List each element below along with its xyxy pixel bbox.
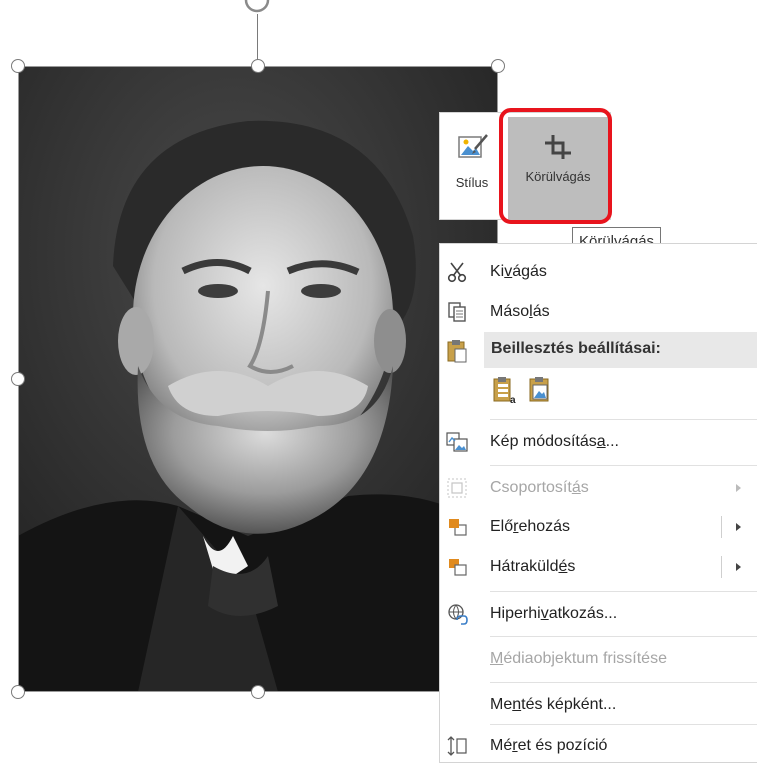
bring-forward-icon	[446, 516, 468, 538]
menu-separator	[490, 465, 757, 466]
portrait-photo	[18, 66, 498, 692]
menu-separator	[490, 591, 757, 592]
style-label: Stílus	[455, 175, 489, 190]
svg-text:a: a	[510, 395, 516, 404]
resize-handle-top-right[interactable]	[491, 59, 505, 73]
menu-item-cut[interactable]: Kivágás	[440, 252, 757, 292]
group-icon	[446, 477, 468, 499]
menu-separator	[490, 419, 757, 420]
split-divider	[721, 556, 722, 578]
paste-options-label: Beillesztés beállításai:	[491, 340, 661, 357]
submenu-arrow-icon[interactable]	[736, 523, 741, 531]
picture-style-icon	[458, 134, 488, 158]
menu-label-size-position: Méret és pozíció	[490, 737, 608, 754]
menu-item-refresh-media[interactable]: Médiaobjektum frissítése	[440, 639, 757, 679]
menu-item-copy[interactable]: Másolás	[440, 292, 757, 332]
menu-item-send-backward[interactable]: Hátraküldés	[440, 547, 757, 587]
resize-handle-bottom-left[interactable]	[11, 685, 25, 699]
scissors-icon	[446, 261, 468, 283]
submenu-arrow-icon	[736, 484, 741, 492]
menu-separator	[490, 636, 757, 637]
menu-item-save-as-picture[interactable]: Mentés képként...	[440, 685, 757, 725]
paste-options-header: Beillesztés beállításai:	[484, 332, 757, 368]
menu-item-bring-forward[interactable]: Előrehozás	[440, 507, 757, 547]
resize-handle-top[interactable]	[251, 59, 265, 73]
menu-label-hyperlink: Hiperhivatkozás...	[490, 605, 618, 622]
resize-handle-top-left[interactable]	[11, 59, 25, 73]
menu-label-send-backward: Hátraküldés	[490, 558, 576, 575]
context-menu: Kivágás Másolás Beillesztés beállításai:	[439, 243, 757, 763]
split-divider	[721, 516, 722, 538]
clipboard-icon	[446, 340, 468, 363]
menu-label-refresh-media: Médiaobjektum frissítése	[490, 650, 667, 667]
resize-handle-bottom[interactable]	[251, 685, 265, 699]
menu-label-copy: Másolás	[490, 303, 550, 320]
style-button[interactable]: Stílus	[440, 113, 504, 219]
rotate-handle-icon[interactable]	[240, 0, 274, 18]
size-position-icon	[446, 735, 468, 757]
menu-label-change-picture: Kép módosítása...	[490, 433, 619, 450]
menu-item-change-picture[interactable]: Kép módosítása...	[440, 422, 757, 462]
hyperlink-icon	[446, 603, 468, 625]
mini-toolbar: Stílus Körülvágás	[439, 112, 611, 221]
menu-label-cut: Kivágás	[490, 263, 547, 280]
paste-keep-text-icon[interactable]: a	[492, 376, 516, 409]
resize-handle-left[interactable]	[11, 372, 25, 386]
menu-label-bring-forward: Előrehozás	[490, 518, 571, 535]
menu-separator	[490, 724, 757, 725]
send-backward-icon	[446, 556, 468, 578]
menu-item-hyperlink[interactable]: Hiperhivatkozás...	[440, 594, 757, 634]
selected-picture[interactable]	[18, 66, 498, 692]
crop-label: Körülvágás	[525, 169, 591, 184]
change-picture-icon	[446, 431, 468, 453]
crop-button[interactable]: Körülvágás	[508, 117, 608, 221]
paste-options-row: a	[440, 370, 757, 410]
menu-label-save-as-picture: Mentés képként...	[490, 696, 617, 713]
menu-label-group: Csoportosítás	[490, 479, 589, 496]
paste-picture-icon[interactable]	[528, 376, 552, 409]
submenu-arrow-icon[interactable]	[736, 563, 741, 571]
copy-icon	[446, 301, 468, 323]
crop-icon	[545, 135, 571, 159]
menu-item-group[interactable]: Csoportosítás	[440, 468, 757, 508]
menu-item-size-position[interactable]: Méret és pozíció	[440, 726, 757, 766]
menu-separator	[490, 682, 757, 683]
